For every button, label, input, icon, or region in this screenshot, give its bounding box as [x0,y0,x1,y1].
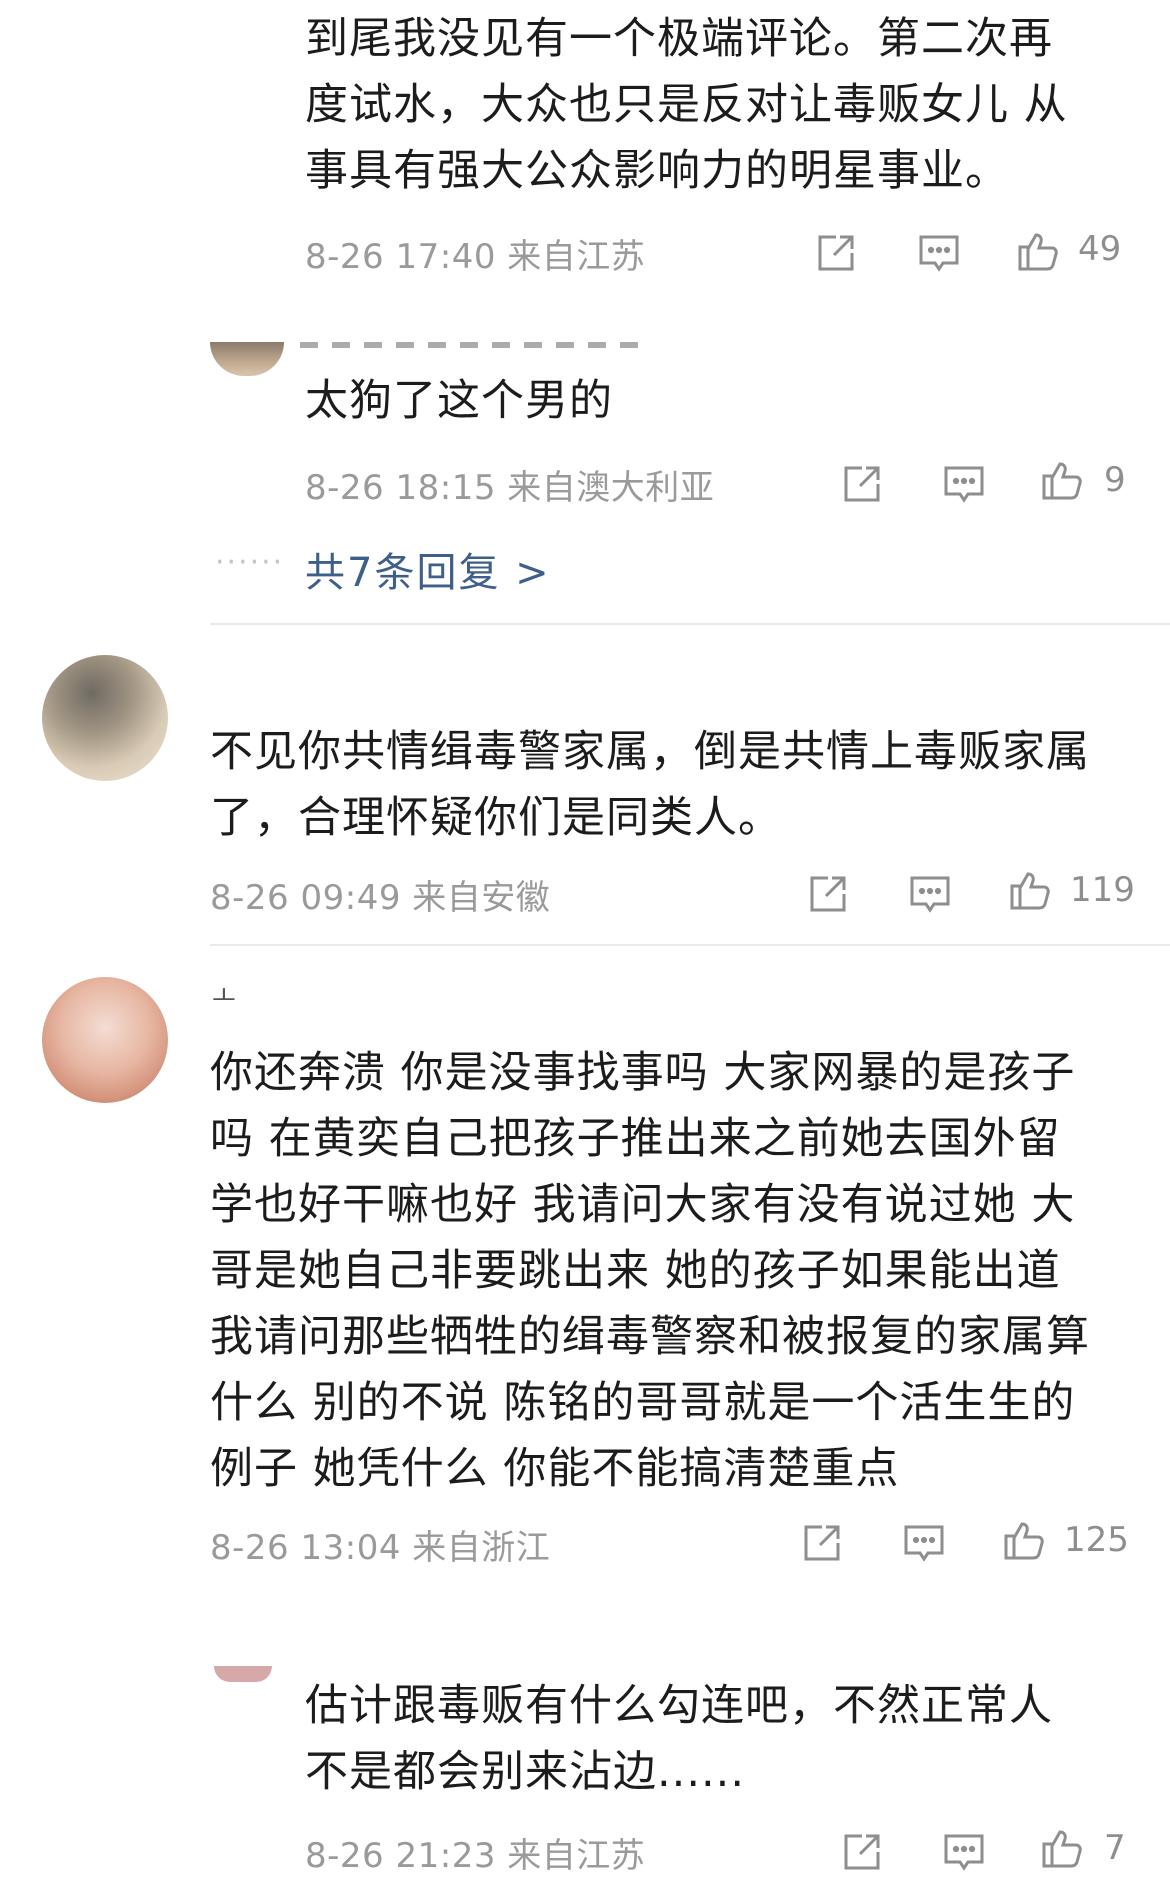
comment-icon[interactable] [902,1521,946,1565]
like-count: 7 [1104,1828,1126,1868]
comment-meta: 8-26 09:49 来自安徽 [210,878,551,918]
comment-text: 不见你共情缉毒警家属，倒是共情上毒贩家属 了，合理怀疑你们是同类人。 [210,727,1090,843]
like-count: 9 [1104,460,1126,500]
share-icon[interactable] [840,1830,884,1874]
like-count: 125 [1064,1520,1129,1560]
like-icon[interactable] [1008,868,1052,912]
like-count: 119 [1070,870,1135,910]
comment-meta: 8-26 21:23 来自江苏 [305,1836,646,1876]
comment-text: 到尾我没见有一个极端评论。第二次再 度试水，大众也只是反对让毒贩女儿 从 事具有… [305,14,1068,196]
avatar[interactable] [210,342,284,376]
comment-meta: 8-26 17:40 来自江苏 [305,237,646,277]
comment-text: 太狗了这个男的 [305,376,613,426]
like-icon[interactable] [1016,229,1060,273]
divider [210,623,1170,625]
comment-icon[interactable] [908,872,952,916]
share-icon[interactable] [806,872,850,916]
comment-text: 你还奔溃 你是没事找事吗 大家网暴的是孩子 吗 在黄奕自己把孩子推出来之前她去国… [210,1048,1090,1494]
comment-meta: 8-26 18:15 来自澳大利亚 [305,468,715,508]
view-replies-link[interactable]: 共7条回复 > [305,540,551,598]
username-fragment: ㅗ [212,982,236,1012]
comment-text: 估计跟毒贩有什么勾连吧，不然正常人 不是都会别来沾边...... [305,1681,1053,1797]
comment-icon[interactable] [942,1830,986,1874]
comment-meta: 8-26 13:04 来自浙江 [210,1528,551,1568]
comment-icon[interactable] [917,231,961,275]
like-icon[interactable] [1040,458,1084,502]
avatar[interactable] [214,1666,272,1682]
replies-dots: ······ [215,545,285,580]
avatar[interactable] [42,655,168,781]
avatar[interactable] [42,977,168,1103]
like-icon[interactable] [1040,1826,1084,1870]
divider [210,944,1170,946]
share-icon[interactable] [840,462,884,506]
like-count: 49 [1078,229,1122,269]
share-icon[interactable] [814,231,858,275]
like-icon[interactable] [1002,1518,1046,1562]
comment-icon[interactable] [942,462,986,506]
username-fragment [300,342,640,348]
share-icon[interactable] [800,1521,844,1565]
